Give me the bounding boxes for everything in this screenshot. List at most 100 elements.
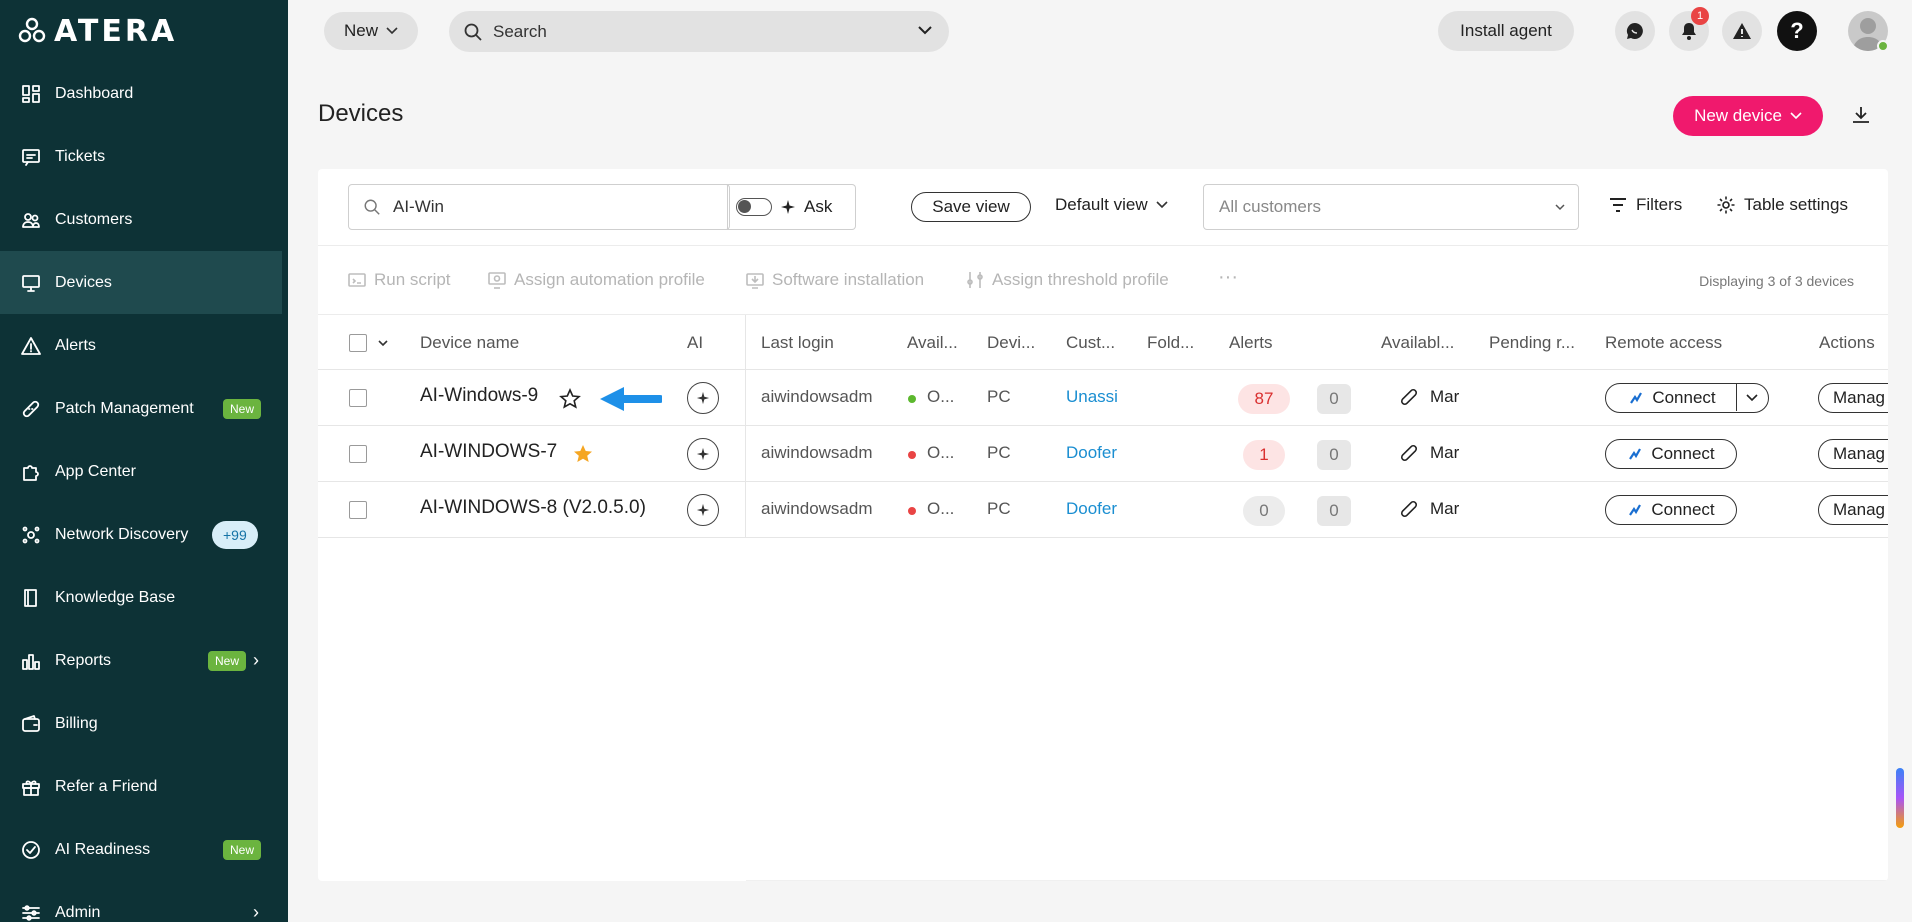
- new-device-button[interactable]: New device: [1673, 96, 1823, 136]
- device-name-link[interactable]: AI-WINDOWS-7: [420, 441, 557, 463]
- connect-button[interactable]: Connect: [1605, 439, 1737, 469]
- sidebar-item-knowledge-base[interactable]: Knowledge Base: [0, 566, 288, 629]
- run-script-button[interactable]: Run script: [348, 270, 451, 290]
- atera-logo-icon: [18, 17, 46, 43]
- chevron-down-icon[interactable]: [917, 22, 933, 38]
- help-button[interactable]: ?: [1777, 11, 1817, 51]
- ask-toggle-switch[interactable]: [736, 198, 772, 216]
- last-login-value: aiwindowsadm: [761, 387, 873, 406]
- bandage-icon: [20, 398, 42, 420]
- global-search-input[interactable]: Search: [449, 11, 949, 52]
- device-name-link[interactable]: AI-Windows-9: [420, 385, 538, 407]
- sidebar-item-label: Billing: [55, 714, 98, 732]
- default-view-dropdown[interactable]: Default view: [1055, 195, 1168, 215]
- sidebar-item-refer-a-friend[interactable]: Refer a Friend: [0, 755, 288, 818]
- sidebar-item-customers[interactable]: Customers: [0, 188, 288, 251]
- header-device-name[interactable]: Device name: [420, 333, 519, 353]
- header-actions[interactable]: Actions: [1819, 333, 1875, 353]
- sidebar-item-admin[interactable]: Admin ›: [0, 881, 288, 922]
- automation-icon: [488, 272, 506, 289]
- ai-assist-button[interactable]: [687, 494, 719, 526]
- bandage-icon: [1400, 500, 1418, 518]
- assistant-launcher[interactable]: [1896, 768, 1904, 828]
- header-availability[interactable]: Avail...: [907, 333, 958, 353]
- customer-link[interactable]: Doofer: [1066, 443, 1118, 463]
- available-patches-value[interactable]: Mar: [1430, 443, 1460, 463]
- bar-chart-icon: [20, 650, 42, 672]
- sidebar-item-dashboard[interactable]: Dashboard: [0, 62, 288, 125]
- sidebar-item-billing[interactable]: Billing: [0, 692, 288, 755]
- table-row[interactable]: AI-Windows-9 aiwindowsadm O... PC Unassi…: [318, 370, 1888, 426]
- sidebar-item-alerts[interactable]: Alerts: [0, 314, 288, 377]
- sidebar-item-network-discovery[interactable]: Network Discovery +99: [0, 503, 288, 566]
- chevron-down-icon[interactable]: [378, 340, 388, 347]
- star-outline-icon[interactable]: [559, 388, 581, 410]
- available-patches-value[interactable]: Mar: [1430, 499, 1460, 519]
- device-name-link[interactable]: AI-WINDOWS-8 (V2.0.5.0): [420, 497, 646, 519]
- sidebar-item-reports[interactable]: Reports New ›: [0, 629, 288, 692]
- notifications-button[interactable]: 1: [1669, 7, 1709, 51]
- header-remote-access[interactable]: Remote access: [1605, 333, 1722, 353]
- remote-connect-icon: [1630, 392, 1643, 404]
- header-folder[interactable]: Fold...: [1147, 333, 1194, 353]
- alerts-count-badge[interactable]: 1: [1243, 440, 1285, 470]
- chat-button[interactable]: [1615, 11, 1655, 51]
- assign-threshold-profile-button[interactable]: Assign threshold profile: [966, 270, 1169, 290]
- manage-button[interactable]: Manag: [1818, 439, 1888, 469]
- table-row[interactable]: AI-WINDOWS-7 aiwindowsadm O... PC Doofer…: [318, 426, 1888, 482]
- row-checkbox[interactable]: [349, 445, 367, 463]
- sidebar-item-patch-management[interactable]: Patch Management New: [0, 377, 288, 440]
- device-search-input[interactable]: AI-Win: [348, 184, 730, 230]
- sidebar-item-devices[interactable]: Devices: [0, 251, 282, 314]
- install-agent-button[interactable]: Install agent: [1438, 11, 1574, 51]
- header-customer[interactable]: Cust...: [1066, 333, 1115, 353]
- assign-automation-profile-button[interactable]: Assign automation profile: [488, 270, 705, 290]
- connect-split-button[interactable]: Connect: [1605, 383, 1769, 413]
- software-installation-button[interactable]: Software installation: [746, 270, 924, 290]
- header-last-login[interactable]: Last login: [761, 333, 834, 353]
- chevron-down-icon[interactable]: [1744, 389, 1760, 405]
- header-pending-reboot[interactable]: Pending r...: [1489, 333, 1575, 353]
- customers-select[interactable]: All customers: [1203, 184, 1579, 230]
- filters-button[interactable]: Filters: [1608, 195, 1682, 215]
- alerts-count-badge[interactable]: 0: [1243, 496, 1285, 526]
- atera-logo[interactable]: ATERA: [18, 14, 177, 49]
- alerts-count-badge[interactable]: 87: [1238, 384, 1290, 414]
- row-checkbox[interactable]: [349, 389, 367, 407]
- ai-assist-button[interactable]: [687, 438, 719, 470]
- arrow-left-icon: [600, 387, 662, 411]
- split-separator: [1736, 384, 1737, 411]
- new-button[interactable]: New: [324, 12, 418, 50]
- manage-button[interactable]: Manag: [1818, 383, 1888, 413]
- threshold-icon: [967, 272, 983, 288]
- sidebar-item-app-center[interactable]: App Center: [0, 440, 288, 503]
- monitor-icon: [20, 272, 42, 294]
- ask-ai-toggle[interactable]: Ask: [726, 184, 856, 230]
- ai-assist-button[interactable]: [687, 382, 719, 414]
- header-alerts[interactable]: Alerts: [1229, 333, 1272, 353]
- row-checkbox[interactable]: [349, 501, 367, 519]
- availability-dot: [908, 395, 916, 403]
- header-device-type[interactable]: Devi...: [987, 333, 1035, 353]
- download-button[interactable]: [1850, 104, 1872, 131]
- sidebar-item-tickets[interactable]: Tickets: [0, 125, 288, 188]
- sidebar-item-label: App Center: [55, 462, 136, 480]
- alerts-button[interactable]: [1722, 11, 1762, 51]
- table-settings-button[interactable]: Table settings: [1716, 195, 1848, 215]
- save-view-button[interactable]: Save view: [911, 192, 1031, 222]
- header-available-patches[interactable]: Availabl...: [1381, 333, 1454, 353]
- new-device-label: New device: [1694, 106, 1782, 125]
- table-row[interactable]: AI-WINDOWS-8 (V2.0.5.0) aiwindowsadm O..…: [318, 482, 1888, 538]
- more-actions-button[interactable]: ···: [1218, 266, 1238, 289]
- connect-button[interactable]: Connect: [1605, 495, 1737, 525]
- sidebar-item-ai-readiness[interactable]: AI Readiness New: [0, 818, 288, 881]
- manage-button[interactable]: Manag: [1818, 495, 1888, 525]
- customer-link[interactable]: Unassi: [1066, 387, 1118, 407]
- header-ai[interactable]: AI: [687, 333, 703, 353]
- customer-link[interactable]: Doofer: [1066, 499, 1118, 519]
- star-filled-icon[interactable]: [572, 443, 594, 465]
- select-all-checkbox[interactable]: [349, 334, 367, 352]
- available-patches-value[interactable]: Mar: [1430, 387, 1460, 407]
- search-placeholder: Search: [493, 21, 547, 41]
- sliders-icon: [20, 902, 42, 922]
